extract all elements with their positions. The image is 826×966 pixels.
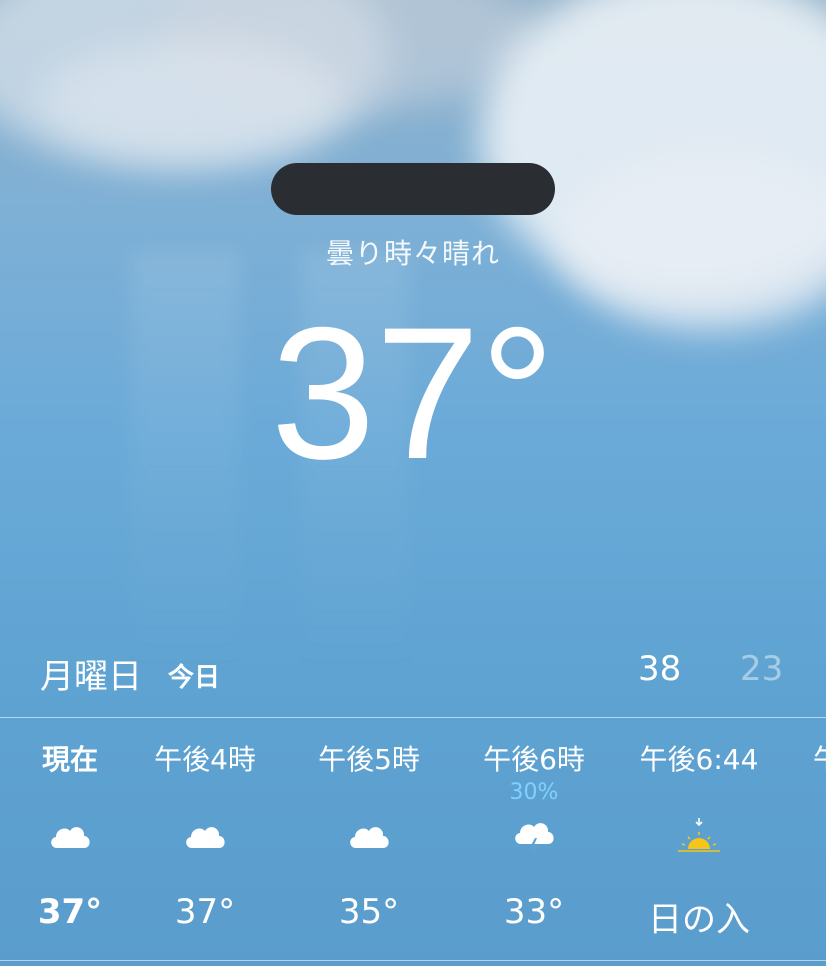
hourly-item-partial: 午 xyxy=(742,718,826,960)
cloud-icon xyxy=(51,827,90,848)
weather-condition: 曇り時々晴れ xyxy=(325,237,500,270)
hour-temperature: 33° xyxy=(503,892,565,932)
hour-label: 午後5時 xyxy=(318,743,420,776)
divider xyxy=(0,960,826,961)
hour-temperature: 37° xyxy=(174,892,236,932)
today-label: 今日 xyxy=(168,663,221,693)
cloud-shape xyxy=(40,40,340,160)
hourly-item: 午後6時 30% 33° xyxy=(449,718,619,960)
day-name: 月曜日 xyxy=(40,657,142,697)
thunderstorm-icon xyxy=(515,823,554,856)
redacted-location-name xyxy=(271,163,555,215)
high-temperature: 38 xyxy=(638,649,682,689)
today-summary-row: 月曜日 今日 38 23 xyxy=(0,645,826,705)
cloud-icon xyxy=(186,827,225,848)
hourly-forecast-scroller[interactable]: 現在 37° 午後4時 37° 午後5時 35° 午後6時 30% 33° 午後… xyxy=(0,718,826,960)
hourly-item: 午後5時 35° xyxy=(284,718,454,960)
hour-label: 午 xyxy=(742,738,826,778)
low-temperature: 23 xyxy=(740,649,784,689)
cloud-icon xyxy=(350,827,389,848)
precip-chance: 30% xyxy=(509,780,559,805)
sunset-icon xyxy=(678,818,720,852)
hour-label: 午後4時 xyxy=(154,743,256,776)
hour-temperature: 35° xyxy=(338,892,400,932)
hourly-item: 午後4時 37° xyxy=(120,718,290,960)
current-temperature: 37° xyxy=(270,288,556,498)
hour-label: 午後6時 xyxy=(483,743,585,776)
